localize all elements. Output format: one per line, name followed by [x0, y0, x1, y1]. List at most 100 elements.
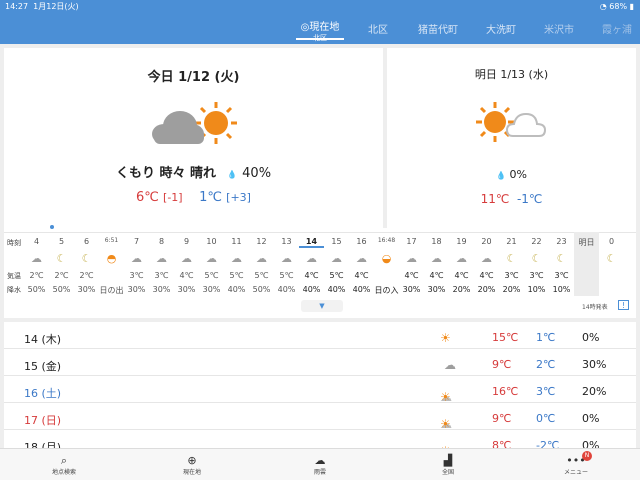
- daily-low: 0℃: [536, 412, 556, 425]
- daily-low: 3℃: [536, 385, 556, 398]
- daily-precip: 20%: [582, 385, 607, 398]
- hour-precip: 20%: [502, 285, 521, 294]
- today-temps: 6℃ [-1] 1℃ [+3]: [136, 190, 251, 205]
- hour-time: 16:48: [377, 237, 396, 244]
- daily-forecast: 14 (木) ☀ 15℃ 1℃ 0% 15 (金) ☁ 9℃ 2℃ 30% 16 (土) ☁ ☀ 16℃ 3…: [4, 322, 636, 462]
- search-icon: ⌕: [60, 454, 68, 467]
- tomorrow-temps: 11℃ -1℃: [480, 192, 543, 206]
- tab-inawashiro[interactable]: 猪苗代町: [410, 21, 466, 36]
- tab-yonezawa[interactable]: 米沢市: [534, 21, 584, 36]
- hour-temp: 5℃: [254, 271, 269, 280]
- current-time-marker: [50, 225, 54, 229]
- daily-row[interactable]: 15 (金) ☁ 9℃ 2℃ 30%: [4, 353, 636, 376]
- daily-row[interactable]: 17 (日) ☁ ☀ 9℃ 0℃ 0%: [4, 407, 636, 431]
- japan-map-icon: ▟: [443, 454, 453, 467]
- sun-cloud-icon: [476, 102, 547, 142]
- cloud-icon: ☁: [331, 252, 342, 265]
- hour-precip: 30%: [127, 285, 146, 294]
- daily-precip: 30%: [582, 358, 607, 371]
- cloud-icon: ☁: [406, 252, 417, 265]
- hour-temp: 4℃: [304, 271, 319, 280]
- hour-time: 20: [481, 237, 492, 246]
- hour-time: 9: [183, 237, 190, 246]
- hour-temp: 4℃: [404, 271, 419, 280]
- hour-temp: 4℃: [454, 271, 469, 280]
- sunset-icon: ◒: [381, 252, 392, 265]
- hour-time: 19: [456, 237, 467, 246]
- hour-precip: 30%: [177, 285, 196, 294]
- hour-temp: 3℃: [504, 271, 519, 280]
- location-tabs: ◎現在地 北区 北区 猪苗代町 大洗町 米沢市 霞ヶ浦: [0, 14, 640, 44]
- hour-time: 13: [281, 237, 292, 246]
- hour-time: 明日: [578, 238, 595, 247]
- hour-time: 6: [83, 237, 90, 246]
- tab-kasumigaura[interactable]: 霞ヶ浦: [594, 21, 640, 36]
- battery-icon: ▮: [629, 2, 634, 11]
- wifi-icon: ◔: [599, 2, 607, 11]
- hour-precip: 40%: [327, 285, 346, 294]
- daily-low: 1℃: [536, 331, 556, 344]
- hour-temp: 4℃: [479, 271, 494, 280]
- cloud-icon: ☁: [356, 252, 367, 265]
- hour-time: 11: [231, 237, 242, 246]
- tomorrow-precip: 💧 0%: [496, 168, 527, 181]
- nav-national[interactable]: ▟ 全国: [418, 454, 478, 477]
- status-bar: 14:27 1月12日(火) ◔ 68% ▮: [0, 0, 640, 14]
- tab-kita[interactable]: 北区: [358, 21, 398, 36]
- hour-temp: 2℃: [29, 271, 44, 280]
- tab-oarai[interactable]: 大洗町: [478, 21, 524, 36]
- nav-rain-cloud[interactable]: ☁ 雨雲: [290, 455, 350, 477]
- daily-high: 9℃: [492, 412, 512, 425]
- hour-temp: 5℃: [329, 271, 344, 280]
- hour-precip: 日の出: [99, 286, 124, 295]
- nav-current-location[interactable]: ⊕ 現在地: [162, 455, 222, 477]
- cloud-icon: ☁: [256, 252, 267, 265]
- hour-time: 23: [556, 237, 567, 246]
- sun-icon: ☀: [440, 331, 451, 345]
- cloud-icon: ☁: [431, 252, 442, 265]
- hour-precip: 30%: [427, 285, 446, 294]
- today-card[interactable]: 今日 1/12 (火) くもり 時々 晴れ 💧 40% 6℃ [-1] 1℃ […: [4, 48, 383, 228]
- daily-low: 2℃: [536, 358, 556, 371]
- hour-time: 16: [356, 237, 367, 246]
- notification-badge: N: [582, 451, 592, 461]
- hour-precip: 40%: [277, 285, 296, 294]
- hour-precip: 30%: [152, 285, 171, 294]
- info-icon[interactable]: !: [618, 300, 629, 310]
- hour-precip: 30%: [202, 285, 221, 294]
- daily-date: 17 (日): [24, 414, 62, 427]
- tomorrow-card[interactable]: 明日 1/13 (水) 💧 0% 11℃ -1℃: [387, 48, 636, 228]
- daily-high: 15℃: [492, 331, 519, 344]
- hour-precip: 20%: [477, 285, 496, 294]
- raindrop-icon: 💧: [227, 170, 238, 179]
- daily-high: 16℃: [492, 385, 519, 398]
- cloud-sun-icon: [152, 102, 237, 144]
- daily-precip: 0%: [582, 412, 600, 425]
- hourly-forecast[interactable]: 時刻 気温 降水 4 ☁ 2℃ 50% 5 ☾ 2℃ 50% 6 ☾ 2℃ 30% 6:51 ◓ 日の出 7 ☁…: [4, 225, 636, 318]
- active-tab-indicator: [296, 38, 344, 40]
- hour-temp: 2℃: [79, 271, 94, 280]
- daily-date: 16 (土): [24, 387, 62, 400]
- hour-time: 5: [58, 237, 65, 246]
- hour-precip: 10%: [552, 285, 571, 294]
- expand-button[interactable]: ▼: [301, 300, 343, 312]
- hour-time: 10: [206, 237, 217, 246]
- daily-row[interactable]: 14 (木) ☀ 15℃ 1℃ 0%: [4, 326, 636, 349]
- row-label-temp: 気温: [7, 272, 21, 280]
- raindrop-icon: 💧: [496, 171, 506, 180]
- nav-menu[interactable]: ••• メニュー N: [546, 451, 606, 476]
- cloud-moon-icon: ☁: [31, 252, 42, 265]
- hour-precip: 40%: [227, 285, 246, 294]
- hour-temp: 3℃: [129, 271, 144, 280]
- hour-temp: 5℃: [279, 271, 294, 280]
- moon-icon: ☾: [606, 252, 617, 265]
- cloud-icon: ☁: [206, 252, 217, 265]
- daily-high: 9℃: [492, 358, 512, 371]
- nav-location-search[interactable]: ⌕ 地点検索: [34, 454, 94, 477]
- daily-row[interactable]: 16 (土) ☁ ☀ 16℃ 3℃ 20%: [4, 380, 636, 404]
- daily-precip: 0%: [582, 331, 600, 344]
- cloud-icon: ☁: [481, 252, 492, 265]
- hour-time: 0: [608, 237, 615, 246]
- daily-date: 14 (木): [24, 333, 62, 346]
- hour-time: 21: [506, 237, 517, 246]
